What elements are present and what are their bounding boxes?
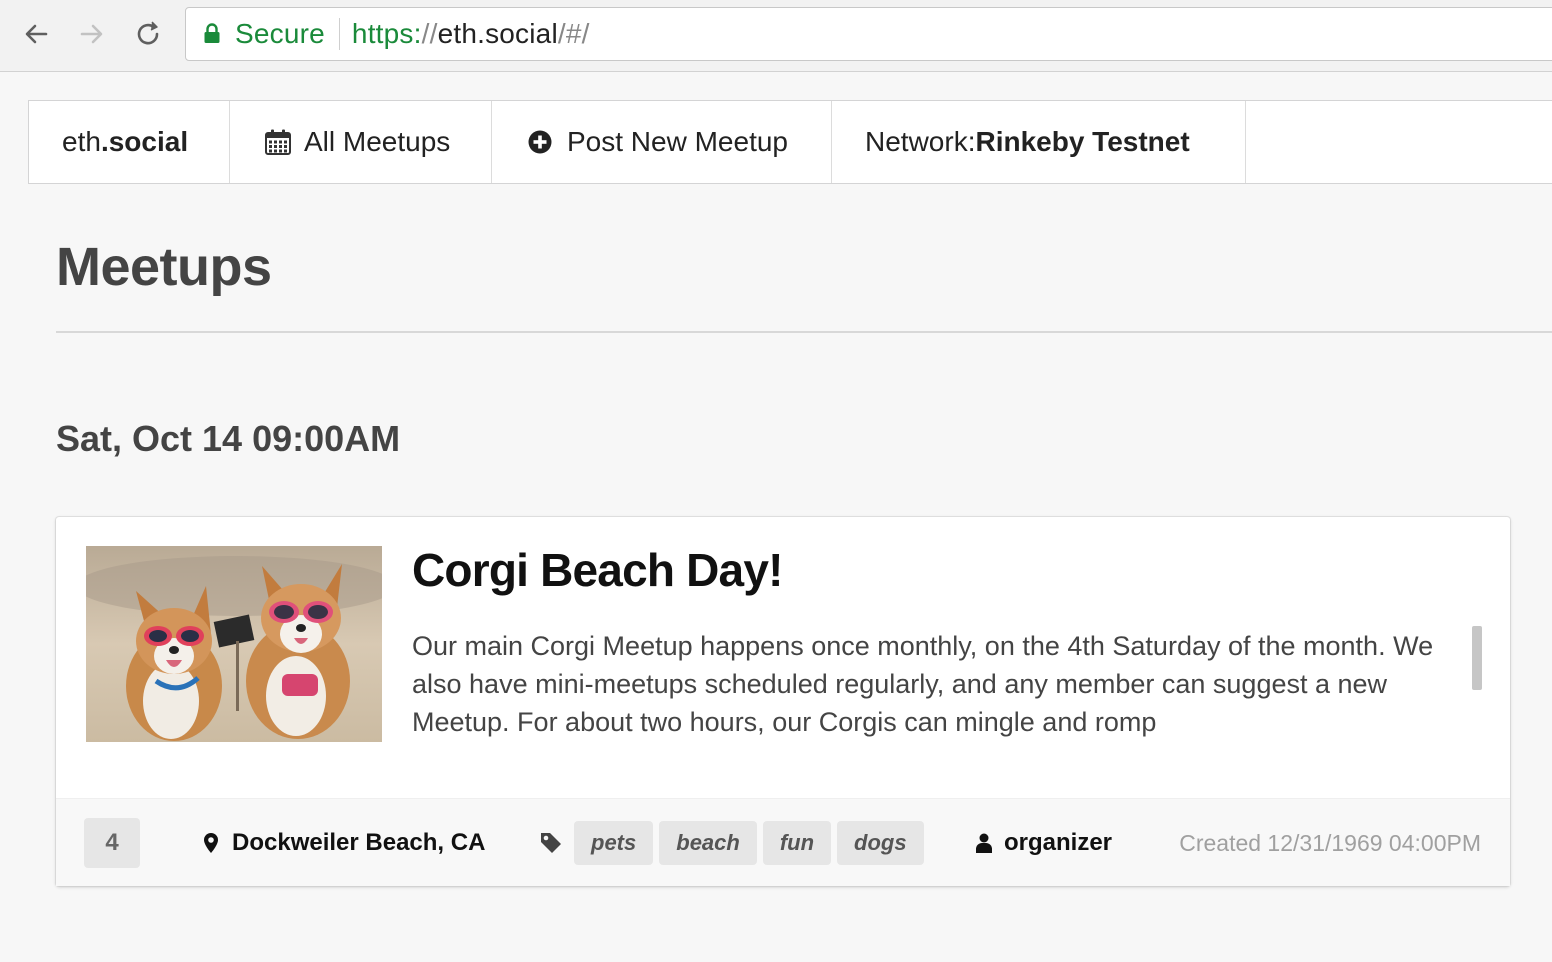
brand-link[interactable]: eth .social xyxy=(29,101,230,183)
tag-pets[interactable]: pets xyxy=(574,821,654,865)
page-title: Meetups xyxy=(56,237,272,297)
forward-button[interactable] xyxy=(72,14,112,54)
meetup-card[interactable]: Corgi Beach Day! Our main Corgi Meetup h… xyxy=(56,517,1510,886)
meetup-description: Our main Corgi Meetup happens once month… xyxy=(412,631,1434,737)
brand-suffix: .social xyxy=(100,126,189,157)
calendar-icon xyxy=(265,129,291,155)
organizer-link[interactable]: organizer xyxy=(976,799,1112,887)
tag-beach[interactable]: beach xyxy=(659,821,757,865)
menu-label-post-new-meetup: Post New Meetup xyxy=(567,126,788,157)
user-icon xyxy=(976,833,992,853)
meetup-footer: 4 Dockweiler Beach, CA pets beach fun do… xyxy=(56,798,1510,886)
brand-prefix: eth xyxy=(62,126,101,157)
menu-label-all-meetups: All Meetups xyxy=(304,126,451,157)
attendee-count-badge: 4 xyxy=(84,818,140,868)
date-heading: Sat, Oct 14 09:00AM xyxy=(56,418,400,460)
event-date: Sat, Oct 14 xyxy=(56,418,243,459)
organizer-text: organizer xyxy=(1004,829,1113,856)
meetup-title[interactable]: Corgi Beach Day! xyxy=(412,543,783,597)
url-host: eth.social xyxy=(437,18,558,49)
tag-list: pets beach fun dogs xyxy=(574,821,930,865)
url-slashes: // xyxy=(421,18,438,49)
back-button[interactable] xyxy=(16,14,56,54)
network-value: Rinkeby Testnet xyxy=(975,126,1190,157)
address-bar[interactable]: Secure https://eth.social/#/ xyxy=(185,7,1552,61)
network-indicator: Network: Rinkeby Testnet xyxy=(832,101,1246,183)
tag-fun[interactable]: fun xyxy=(762,821,832,865)
secure-label: Secure xyxy=(235,18,325,49)
menu-item-all-meetups[interactable]: All Meetups xyxy=(230,101,492,183)
corgi-photo xyxy=(86,546,382,742)
location-text: Dockweiler Beach, CA xyxy=(232,829,486,856)
tag-icon xyxy=(541,833,561,853)
meetup-image[interactable] xyxy=(86,546,382,742)
meetup-location: Dockweiler Beach, CA xyxy=(204,799,485,887)
description-scrollbar[interactable] xyxy=(1472,626,1482,690)
tag-dogs[interactable]: dogs xyxy=(837,821,924,865)
url-scheme: https: xyxy=(351,18,422,49)
arrow-right-icon xyxy=(80,24,103,44)
lock-icon xyxy=(203,22,221,46)
address-separator xyxy=(338,18,340,50)
menu-item-post-new-meetup[interactable]: Post New Meetup xyxy=(492,101,832,183)
event-time: 09:00AM xyxy=(252,418,401,459)
arrow-left-icon xyxy=(25,24,48,44)
top-menu: eth .social All Meetups Post New Meetup N… xyxy=(28,100,1552,184)
plus-circle-icon xyxy=(528,130,552,154)
created-timestamp: Created 12/31/1969 04:00PM xyxy=(1179,829,1481,856)
page-divider xyxy=(56,331,1552,333)
network-label: Network: xyxy=(865,126,976,157)
browser-toolbar: Secure https://eth.social/#/ xyxy=(0,0,1552,72)
map-marker-icon xyxy=(204,833,218,853)
reload-button[interactable] xyxy=(128,14,168,54)
reload-icon xyxy=(137,21,159,45)
url-text[interactable]: https://eth.social/#/ xyxy=(352,18,590,50)
url-path: /#/ xyxy=(557,18,590,49)
